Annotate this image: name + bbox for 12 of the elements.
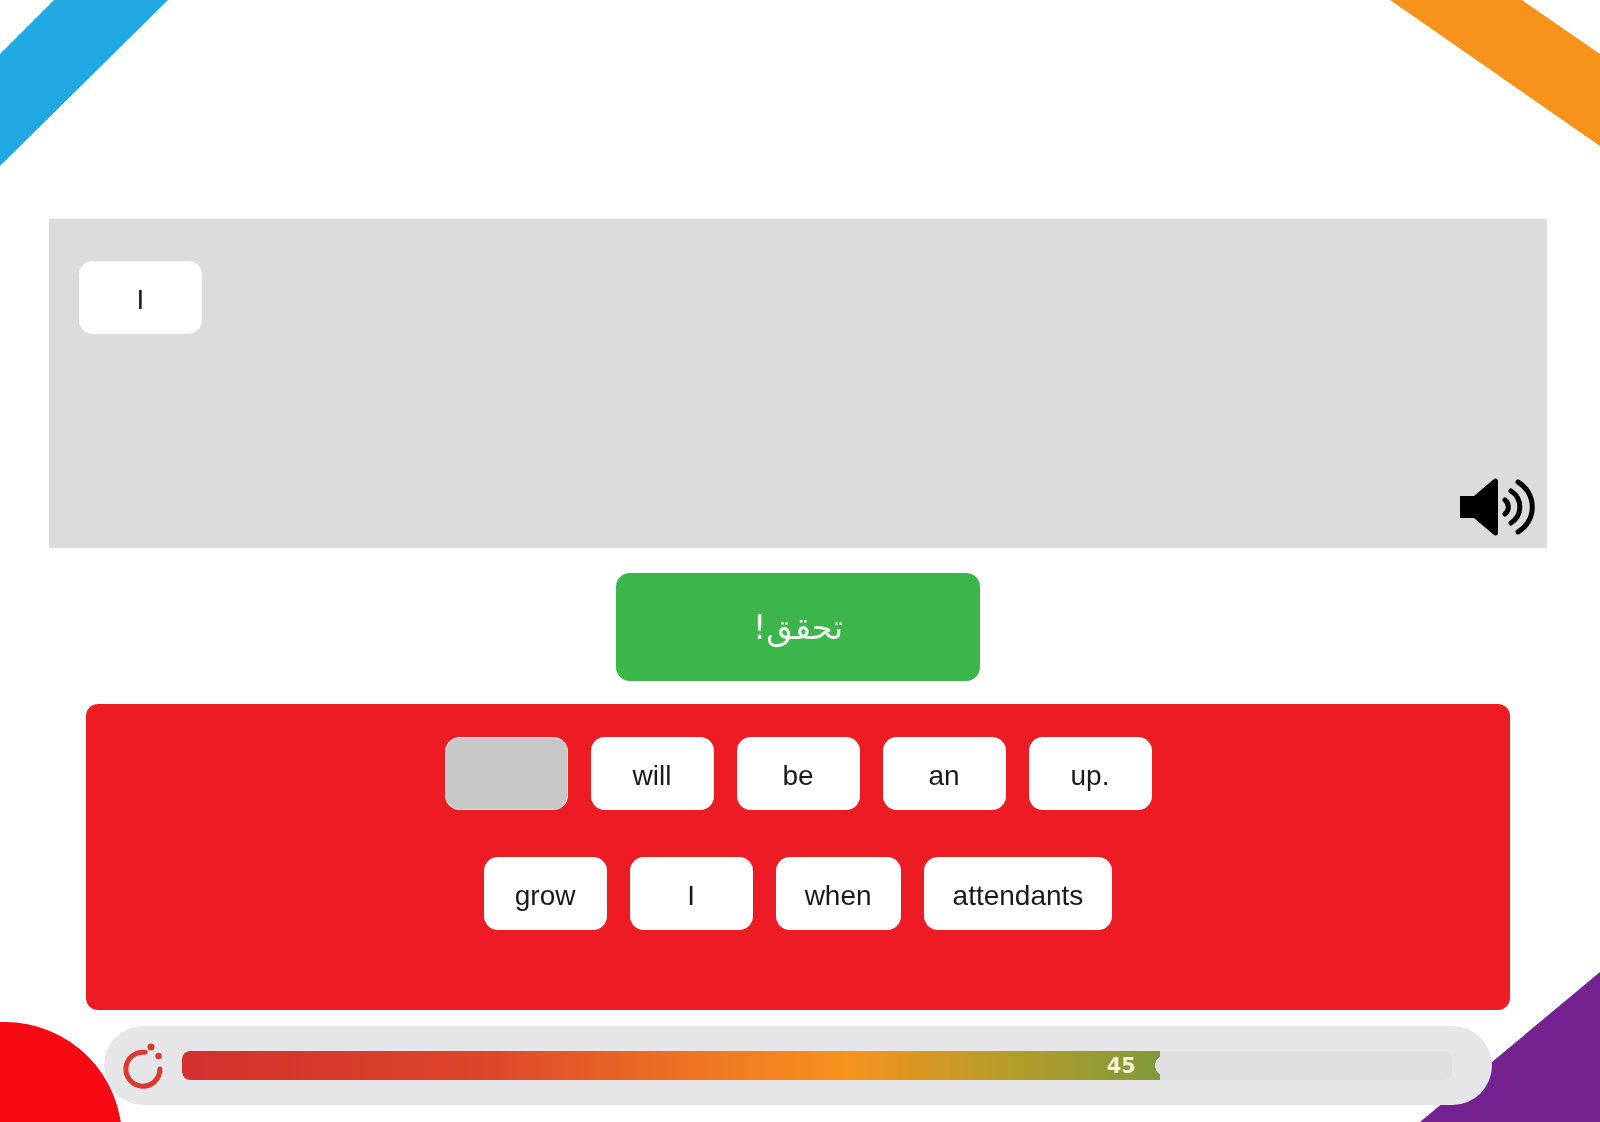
empty-word-tile[interactable] bbox=[444, 737, 568, 810]
time-reading: 45 bbox=[1106, 1053, 1136, 1078]
word-tile[interactable]: grow bbox=[483, 857, 607, 930]
word-tile[interactable]: an bbox=[882, 737, 1006, 810]
word-tile[interactable]: attendants bbox=[923, 857, 1113, 930]
word-tile[interactable]: I bbox=[629, 857, 753, 930]
word-tile[interactable]: I bbox=[79, 261, 202, 334]
word-tile[interactable]: be bbox=[736, 737, 860, 810]
speaker-icon[interactable] bbox=[1460, 476, 1536, 538]
word-tile[interactable]: will bbox=[590, 737, 714, 810]
word-tile[interactable]: up. bbox=[1028, 737, 1152, 810]
word-tile[interactable]: when bbox=[775, 857, 901, 930]
